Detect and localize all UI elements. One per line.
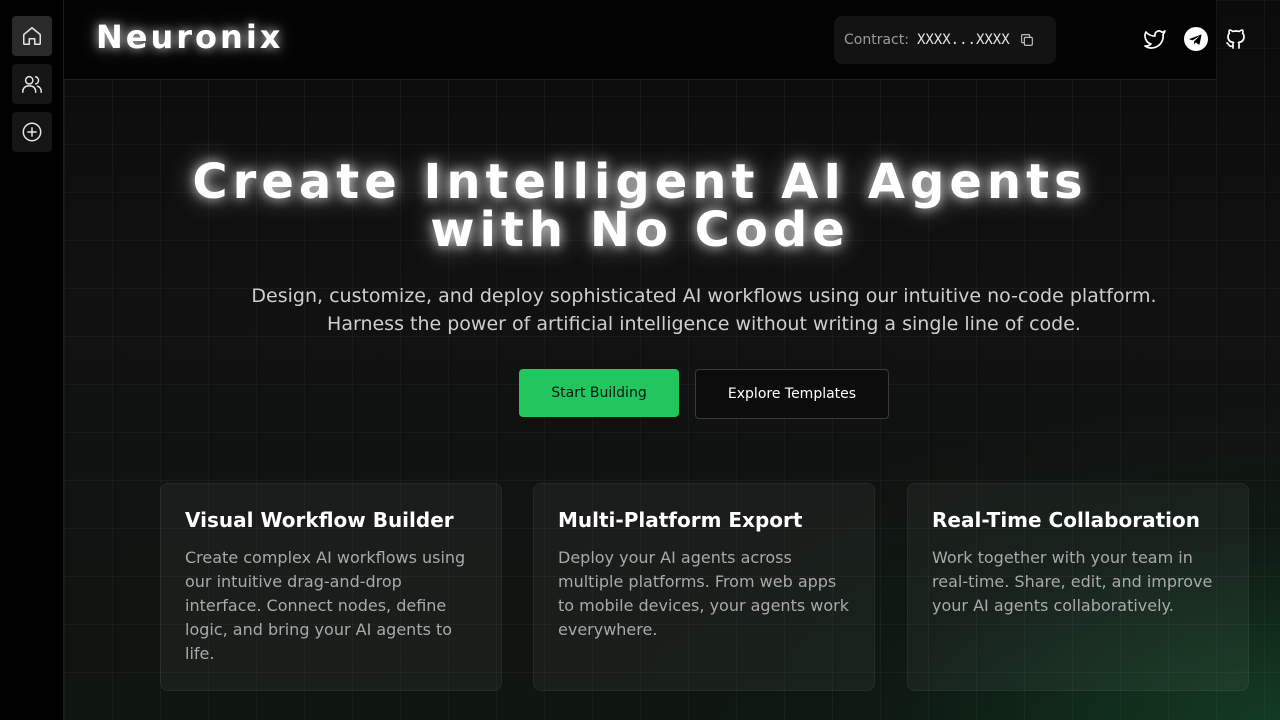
contract-label: Contract: <box>844 32 909 48</box>
plus-circle-icon <box>22 122 41 142</box>
twitter-icon[interactable] <box>1142 26 1168 52</box>
sidebar-item-home[interactable] <box>11 16 52 56</box>
feature-card-title: Multi-Platform Export <box>558 508 803 532</box>
top-bar: Neuronix Contract: XXXX...XXXX <box>64 0 1245 80</box>
feature-card: Multi-Platform Export Deploy your AI age… <box>533 483 875 691</box>
users-icon <box>21 75 42 93</box>
sidebar-item-users[interactable] <box>11 64 52 104</box>
hero-title: Create Intelligent AI Agents with No Cod… <box>64 158 1216 254</box>
copy-icon[interactable] <box>1018 31 1036 49</box>
feature-card-description: Work together with your team in real-tim… <box>932 548 1213 615</box>
github-icon[interactable] <box>1223 26 1249 52</box>
feature-card: Visual Workflow Builder Create complex A… <box>160 483 502 691</box>
feature-card: Real-Time Collaboration Work together wi… <box>907 483 1249 691</box>
explore-templates-button[interactable]: Explore Templates <box>695 369 889 419</box>
feature-card-description: Create complex AI workflows using our in… <box>185 548 466 663</box>
contract-address: XXXX...XXXX <box>916 32 1010 48</box>
feature-card-description: Deploy your AI agents across multiple pl… <box>558 548 849 639</box>
brand-logo[interactable]: Neuronix <box>96 18 283 56</box>
sidebar <box>0 0 64 720</box>
hero-subtitle: Design, customize, and deploy sophistica… <box>251 285 1157 335</box>
start-building-button[interactable]: Start Building <box>519 369 679 417</box>
contract-box: Contract: XXXX...XXXX <box>834 16 1056 64</box>
telegram-icon[interactable] <box>1183 26 1209 52</box>
home-icon <box>22 27 41 45</box>
sidebar-item-create[interactable] <box>11 112 52 152</box>
feature-card-title: Real-Time Collaboration <box>932 508 1200 532</box>
feature-card-title: Visual Workflow Builder <box>185 508 454 532</box>
hero-title-line-2: with No Code <box>430 202 850 258</box>
